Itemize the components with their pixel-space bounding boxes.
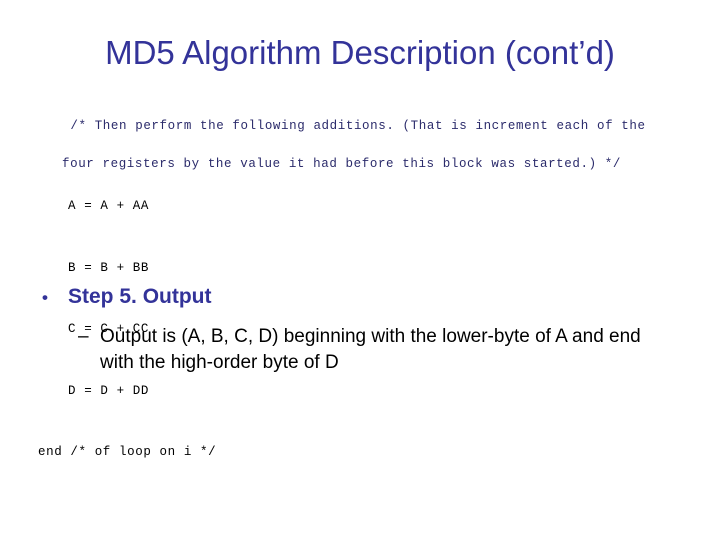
code-line-d: D = D + DD xyxy=(68,383,150,398)
code-line-a: A = A + AA xyxy=(68,199,150,213)
bullet-dash-icon: – xyxy=(78,326,89,347)
code-line-end: end /* of loop on i */ xyxy=(38,445,217,459)
bullet-item-output: – Output is (A, B, C, D) beginning with … xyxy=(78,324,678,376)
code-comment-line-1: /* Then perform the following additions.… xyxy=(70,119,646,133)
bullet-item-output-label: Output is (A, B, C, D) beginning with th… xyxy=(100,326,641,373)
bullet-dot-icon: • xyxy=(42,288,48,307)
code-line-b: B = B + BB xyxy=(68,260,150,275)
bullet-item-step5: • Step 5. Output xyxy=(42,284,212,311)
bullet-item-step5-label: Step 5. Output xyxy=(68,285,212,308)
page-title: MD5 Algorithm Description (cont’d) xyxy=(105,34,615,71)
slide-canvas: MD5 Algorithm Description (cont’d) /* Th… xyxy=(0,0,720,540)
